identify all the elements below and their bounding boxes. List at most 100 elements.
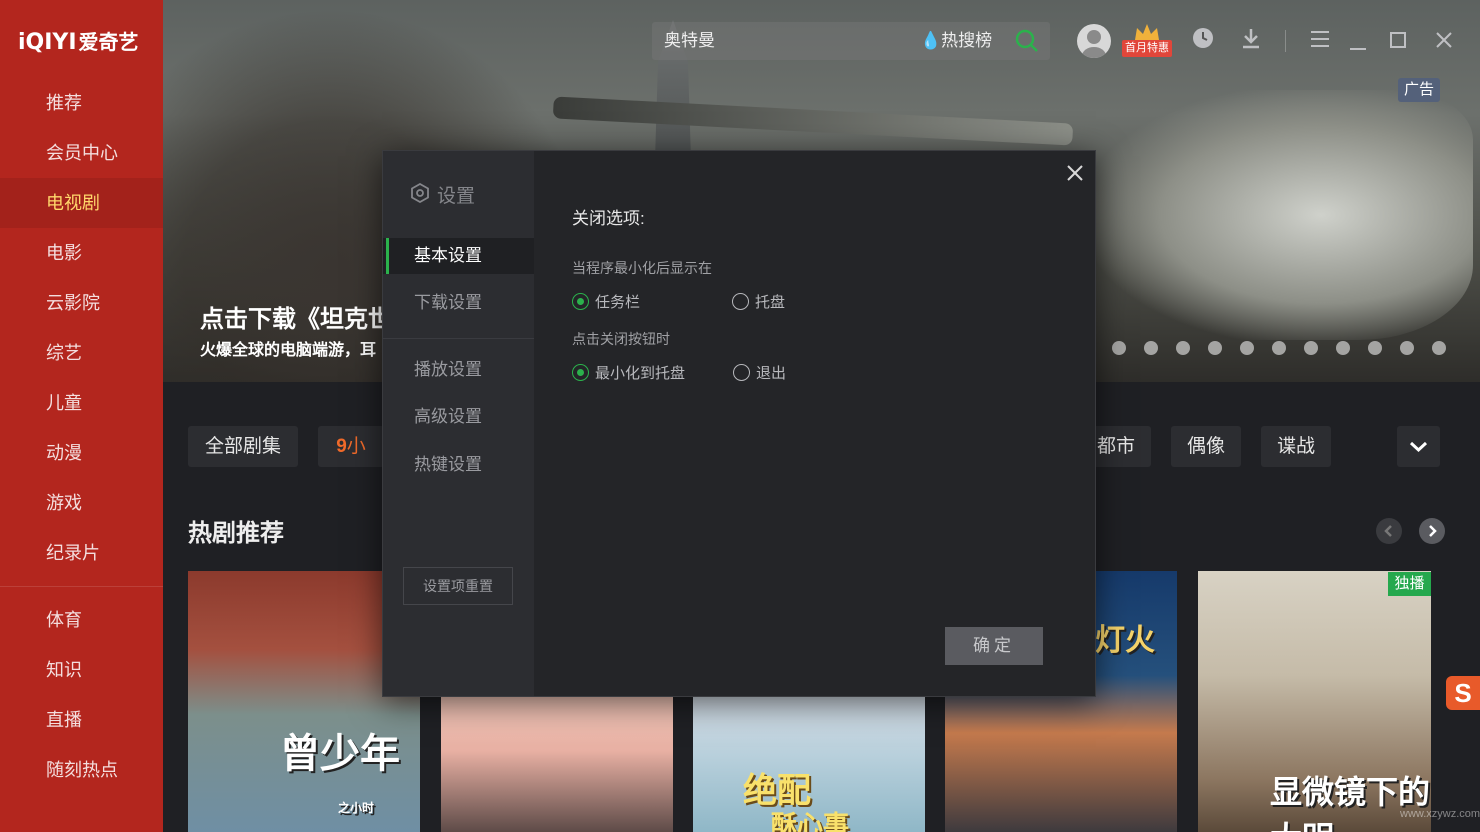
maximize-icon[interactable] (1390, 32, 1406, 53)
hero-subtitle: 火爆全球的电脑端游，耳 (200, 342, 377, 359)
confirm-button[interactable]: 确定 (945, 627, 1043, 665)
hot-search-link[interactable]: 💧热搜榜 (920, 22, 992, 60)
sidebar-item-live[interactable]: 直播 (0, 695, 163, 745)
poster-5[interactable]: 显微镜下的大明 (1198, 571, 1431, 832)
sidebar: iQIYI 爱奇艺 推荐 会员中心 电视剧 电影 云影院 综艺 儿童 动漫 游戏 … (0, 0, 163, 832)
chip-partial-label: 小 (346, 436, 366, 457)
sogou-float-icon[interactable]: S (1446, 676, 1480, 710)
search-icon[interactable] (1015, 29, 1039, 58)
sidebar-item-tv-series[interactable]: 电视剧 (0, 178, 163, 228)
close-options-heading: 关闭选项: (572, 209, 645, 228)
sidebar-item-games[interactable]: 游戏 (0, 478, 163, 528)
minimize-question: 当程序最小化后显示在 (572, 260, 712, 276)
poster-subtitle: 酥心事 (771, 811, 850, 832)
menu-icon[interactable] (1310, 30, 1330, 53)
topbar-divider (1285, 30, 1286, 52)
carousel-dot[interactable] (1272, 341, 1286, 355)
radio-indicator (732, 293, 749, 310)
poster-title: 灯火 (1095, 623, 1155, 658)
sidebar-item-recommend[interactable]: 推荐 (0, 78, 163, 128)
chip-logo-icon: 9 (336, 436, 347, 457)
chevron-down-icon[interactable] (1397, 426, 1440, 467)
sidebar-item-kids[interactable]: 儿童 (0, 378, 163, 428)
sidebar-item-trending[interactable]: 随刻热点 (0, 745, 163, 795)
sidebar-item-anime[interactable]: 动漫 (0, 428, 163, 478)
sidebar-item-documentary[interactable]: 纪录片 (0, 528, 163, 578)
carousel-dots (1112, 341, 1446, 355)
carousel-dot[interactable] (1112, 341, 1126, 355)
close-window-icon[interactable] (1436, 32, 1452, 53)
search-bar: 💧热搜榜 (652, 22, 1050, 60)
chip-spy[interactable]: 谍战 (1261, 426, 1331, 467)
poster-2[interactable] (441, 697, 673, 832)
download-icon[interactable] (1240, 27, 1262, 54)
hero-title[interactable]: 点击下载《坦克世 (200, 299, 392, 334)
radio-label: 最小化到托盘 (595, 365, 686, 382)
settings-divider (383, 338, 534, 339)
iqiyi-logo[interactable]: iQIYI 爱奇艺 (18, 26, 139, 55)
poster-title: 显微镜下的大明 (1270, 773, 1431, 832)
poster-title: 曾少年 (280, 730, 400, 777)
sidebar-item-variety[interactable]: 综艺 (0, 328, 163, 378)
close-button-question: 点击关闭按钮时 (572, 331, 670, 347)
carousel-dot[interactable] (1240, 341, 1254, 355)
settings-dialog: 设置 基本设置 下载设置 播放设置 高级设置 热键设置 设置项重置 关闭选项: … (382, 150, 1096, 697)
logo-latin: iQIYI (18, 30, 77, 55)
flame-icon: 💧 (920, 31, 942, 50)
carousel-dot[interactable] (1208, 341, 1222, 355)
radio-taskbar[interactable]: 任务栏 (572, 291, 640, 312)
radio-indicator (733, 364, 750, 381)
settings-tab-hotkeys[interactable]: 热键设置 (383, 447, 534, 483)
watermark: www.xzywz.com (1400, 808, 1480, 820)
dialog-close-icon[interactable] (1063, 161, 1087, 185)
radio-label: 任务栏 (595, 294, 641, 311)
chip-all-series[interactable]: 全部剧集 (188, 426, 298, 467)
carousel-dot[interactable] (1176, 341, 1190, 355)
settings-title: 设置 (437, 186, 476, 207)
radio-indicator (572, 364, 589, 381)
settings-tab-download[interactable]: 下载设置 (383, 285, 534, 321)
radio-exit[interactable]: 退出 (733, 362, 786, 383)
prev-arrow-icon[interactable] (1376, 518, 1402, 544)
sidebar-nav: 推荐 会员中心 电视剧 电影 云影院 综艺 儿童 动漫 游戏 纪录片 体育 知识… (0, 78, 163, 795)
radio-label: 退出 (756, 365, 787, 382)
reset-settings-button[interactable]: 设置项重置 (403, 567, 513, 605)
poster-subtitle: 之小时 (338, 801, 375, 815)
history-icon[interactable] (1192, 27, 1214, 54)
sidebar-item-movies[interactable]: 电影 (0, 228, 163, 278)
carousel-dot[interactable] (1144, 341, 1158, 355)
settings-tab-basic[interactable]: 基本设置 (383, 238, 534, 274)
exclusive-badge: 独播 (1388, 572, 1431, 596)
carousel-dot[interactable] (1336, 341, 1350, 355)
carousel-dot[interactable] (1304, 341, 1318, 355)
sidebar-item-sports[interactable]: 体育 (0, 595, 163, 645)
sidebar-item-vip-center[interactable]: 会员中心 (0, 128, 163, 178)
carousel-dot[interactable] (1432, 341, 1446, 355)
carousel-dot[interactable] (1400, 341, 1414, 355)
sidebar-item-knowledge[interactable]: 知识 (0, 645, 163, 695)
radio-label: 托盘 (755, 294, 786, 311)
radio-indicator (572, 293, 589, 310)
chip-partial[interactable]: 9小 (318, 426, 384, 467)
search-input[interactable] (664, 22, 904, 60)
minimize-icon[interactable] (1350, 38, 1366, 56)
settings-tab-advanced[interactable]: 高级设置 (383, 399, 534, 435)
carousel-dot[interactable] (1368, 341, 1382, 355)
avatar[interactable] (1077, 24, 1111, 58)
settings-gear-icon (410, 182, 430, 208)
poster-3[interactable]: 绝配 酥心事 (693, 697, 925, 832)
radio-tray[interactable]: 托盘 (732, 291, 785, 312)
hot-search-label: 热搜榜 (941, 31, 993, 50)
radio-minimize-to-tray[interactable]: 最小化到托盘 (572, 362, 685, 383)
vip-promo-badge[interactable]: 首月特惠 (1122, 40, 1172, 57)
hero-tank-barrel (552, 96, 1074, 146)
crown-icon (1133, 22, 1161, 42)
sidebar-divider (0, 586, 163, 587)
hero-tank (1093, 90, 1473, 340)
sidebar-item-cloud-cinema[interactable]: 云影院 (0, 278, 163, 328)
next-arrow-icon[interactable] (1419, 518, 1445, 544)
logo-cn: 爱奇艺 (78, 30, 139, 54)
settings-tab-playback[interactable]: 播放设置 (383, 352, 534, 388)
settings-sidebar: 设置 基本设置 下载设置 播放设置 高级设置 热键设置 设置项重置 (383, 151, 534, 696)
chip-idol[interactable]: 偶像 (1171, 426, 1241, 467)
